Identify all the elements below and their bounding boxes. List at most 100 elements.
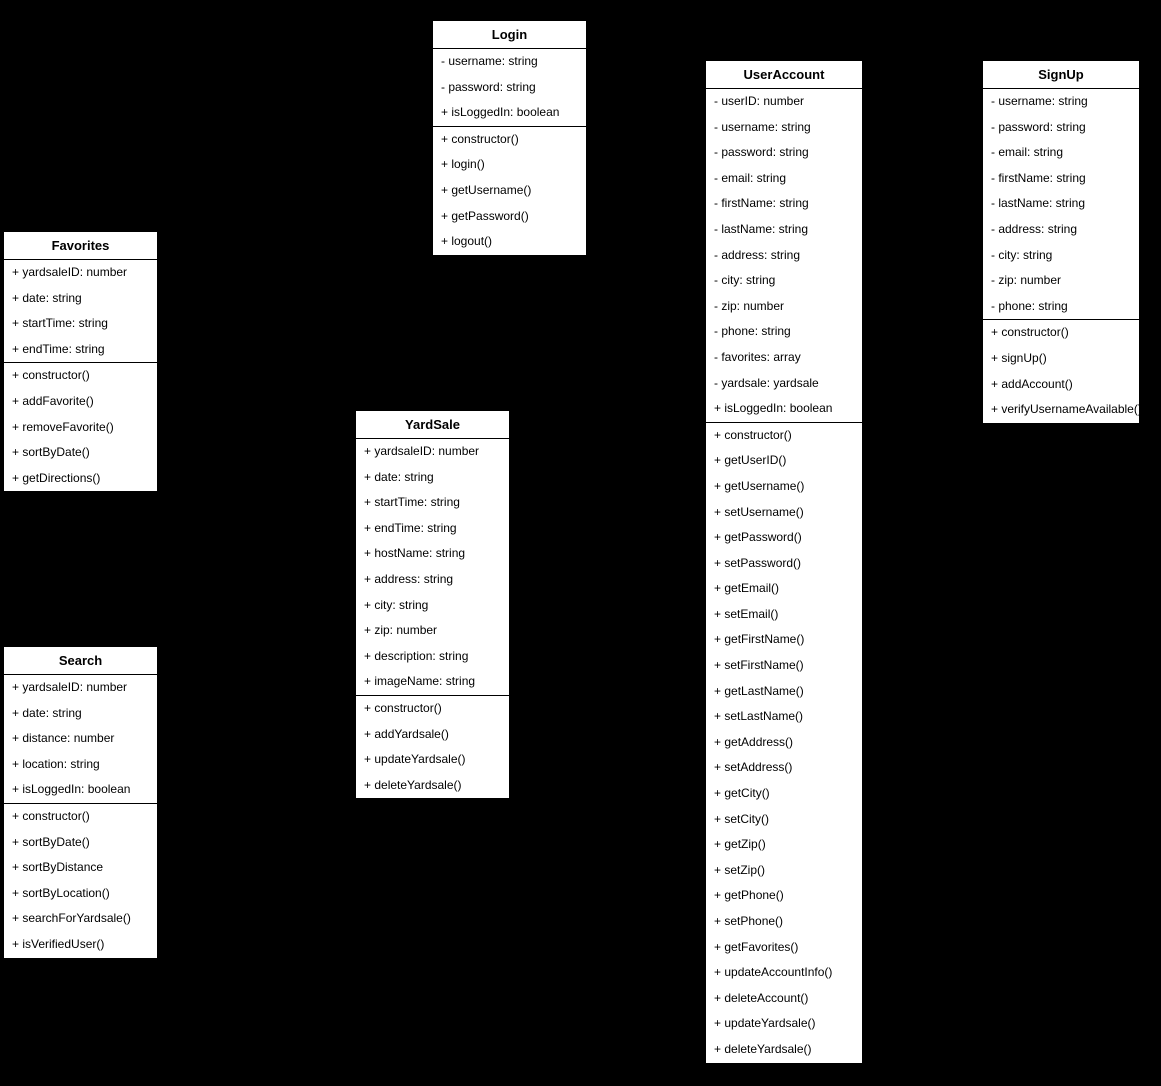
attribute: - zip: number: [983, 268, 1139, 294]
method: + isVerifiedUser(): [4, 932, 157, 958]
attribute: + yardsaleID: number: [4, 675, 157, 701]
attribute: + yardsaleID: number: [356, 439, 509, 465]
method: + sortByDate(): [4, 830, 157, 856]
attribute: - password: string: [983, 115, 1139, 141]
attribute: + yardsaleID: number: [4, 260, 157, 286]
attribute: + isLoggedIn: boolean: [433, 100, 586, 126]
class-name: Favorites: [4, 232, 157, 260]
method: + setPassword(): [706, 551, 862, 577]
attribute: + distance: number: [4, 726, 157, 752]
attribute: - email: string: [983, 140, 1139, 166]
attribute: + isLoggedIn: boolean: [4, 777, 157, 803]
attributes-section: + yardsaleID: number+ date: string+ star…: [356, 439, 509, 696]
class-search: Search+ yardsaleID: number+ date: string…: [3, 646, 158, 959]
method: + setUsername(): [706, 500, 862, 526]
attribute: - firstName: string: [983, 166, 1139, 192]
method: + getPassword(): [706, 525, 862, 551]
class-name: UserAccount: [706, 61, 862, 89]
method: + addYardsale(): [356, 722, 509, 748]
methods-section: + constructor()+ getUserID()+ getUsernam…: [706, 423, 862, 1063]
attribute: + city: string: [356, 593, 509, 619]
method: + getDirections(): [4, 466, 157, 492]
methods-section: + constructor()+ signUp()+ addAccount()+…: [983, 320, 1139, 422]
method: + getUsername(): [433, 178, 586, 204]
method: + getPhone(): [706, 883, 862, 909]
class-signup: SignUp- username: string- password: stri…: [982, 60, 1140, 424]
attributes-section: - username: string- password: string- em…: [983, 89, 1139, 320]
attribute: - lastName: string: [983, 191, 1139, 217]
method: + searchForYardsale(): [4, 906, 157, 932]
attribute: - zip: number: [706, 294, 862, 320]
method: + deleteYardsale(): [706, 1037, 862, 1063]
method: + updateAccountInfo(): [706, 960, 862, 986]
attribute: + zip: number: [356, 618, 509, 644]
attribute: + date: string: [4, 286, 157, 312]
attribute: + imageName: string: [356, 669, 509, 695]
method: + deleteYardsale(): [356, 773, 509, 799]
attribute: - address: string: [983, 217, 1139, 243]
method: + setEmail(): [706, 602, 862, 628]
method: + sortByDistance: [4, 855, 157, 881]
attribute: - lastName: string: [706, 217, 862, 243]
method: + getFavorites(): [706, 935, 862, 961]
method: + addFavorite(): [4, 389, 157, 415]
attribute: - firstName: string: [706, 191, 862, 217]
class-name: Login: [433, 21, 586, 49]
method: + sortByDate(): [4, 440, 157, 466]
attribute: + hostName: string: [356, 541, 509, 567]
class-name: YardSale: [356, 411, 509, 439]
attribute: - city: string: [983, 243, 1139, 269]
method: + removeFavorite(): [4, 415, 157, 441]
attribute: - password: string: [433, 75, 586, 101]
class-favorites: Favorites+ yardsaleID: number+ date: str…: [3, 231, 158, 492]
class-yardsale: YardSale+ yardsaleID: number+ date: stri…: [355, 410, 510, 799]
attribute: + endTime: string: [4, 337, 157, 363]
method: + setLastName(): [706, 704, 862, 730]
attribute: + date: string: [356, 465, 509, 491]
attribute: + location: string: [4, 752, 157, 778]
class-name: SignUp: [983, 61, 1139, 89]
class-login: Login- username: string- password: strin…: [432, 20, 587, 256]
method: + getCity(): [706, 781, 862, 807]
attribute: - username: string: [983, 89, 1139, 115]
attribute: + startTime: string: [356, 490, 509, 516]
method: + getAddress(): [706, 730, 862, 756]
attribute: + description: string: [356, 644, 509, 670]
method: + constructor(): [706, 423, 862, 449]
attribute: - city: string: [706, 268, 862, 294]
method: + login(): [433, 152, 586, 178]
methods-section: + constructor()+ addFavorite()+ removeFa…: [4, 363, 157, 491]
attribute: - address: string: [706, 243, 862, 269]
attribute: - username: string: [433, 49, 586, 75]
method: + setZip(): [706, 858, 862, 884]
method: + addAccount(): [983, 372, 1139, 398]
method: + logout(): [433, 229, 586, 255]
attributes-section: - userID: number- username: string- pass…: [706, 89, 862, 423]
attributes-section: + yardsaleID: number+ date: string+ star…: [4, 260, 157, 363]
method: + getFirstName(): [706, 627, 862, 653]
attribute: - phone: string: [983, 294, 1139, 320]
attribute: + isLoggedIn: boolean: [706, 396, 862, 422]
method: + getUsername(): [706, 474, 862, 500]
method: + deleteAccount(): [706, 986, 862, 1012]
attributes-section: - username: string- password: string+ is…: [433, 49, 586, 127]
method: + verifyUsernameAvailable(): [983, 397, 1139, 423]
method: + updateYardsale(): [356, 747, 509, 773]
method: + getEmail(): [706, 576, 862, 602]
attribute: - yardsale: yardsale: [706, 371, 862, 397]
method: + getLastName(): [706, 679, 862, 705]
method: + getZip(): [706, 832, 862, 858]
attribute: + date: string: [4, 701, 157, 727]
method: + constructor(): [4, 363, 157, 389]
method: + constructor(): [4, 804, 157, 830]
method: + constructor(): [433, 127, 586, 153]
attributes-section: + yardsaleID: number+ date: string+ dist…: [4, 675, 157, 804]
attribute: + address: string: [356, 567, 509, 593]
methods-section: + constructor()+ login()+ getUsername() +…: [433, 127, 586, 255]
attribute: - username: string: [706, 115, 862, 141]
attribute: - password: string: [706, 140, 862, 166]
method: + setPhone(): [706, 909, 862, 935]
attribute: - favorites: array: [706, 345, 862, 371]
method: + signUp(): [983, 346, 1139, 372]
method: + setAddress(): [706, 755, 862, 781]
